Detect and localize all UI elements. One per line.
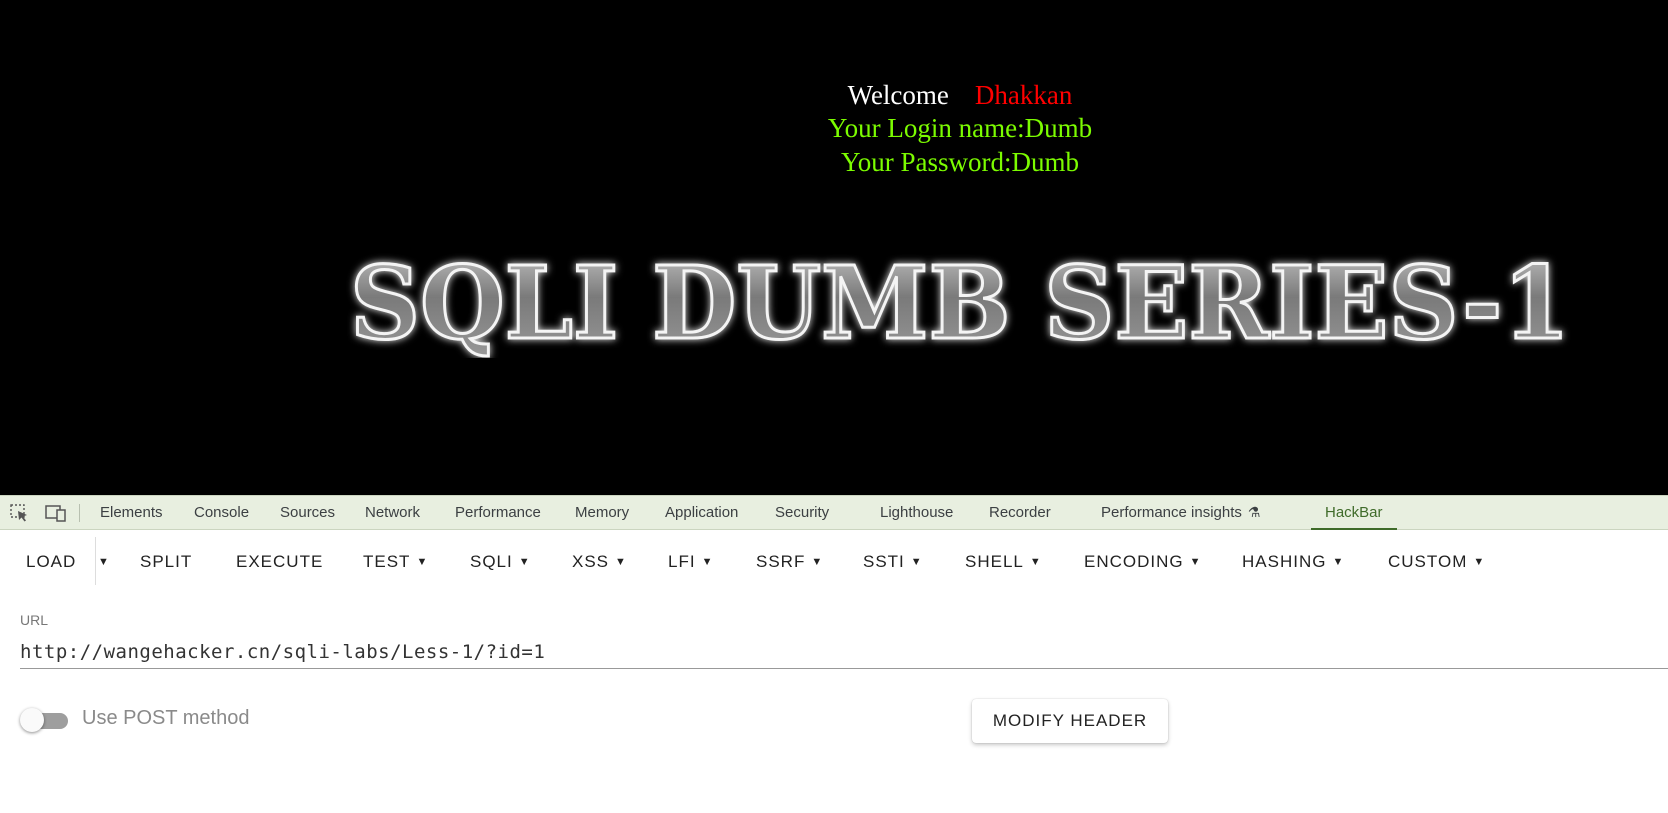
- execute-button[interactable]: EXECUTE: [236, 545, 323, 579]
- split-button[interactable]: SPLIT: [140, 545, 192, 579]
- lfi-menu-label: LFI: [668, 552, 696, 571]
- tab-performance-insights-label: Performance insights: [1101, 504, 1242, 521]
- caret-down-icon: ▼: [416, 556, 429, 568]
- shell-menu-label: SHELL: [965, 552, 1024, 571]
- toolbar-divider: [79, 504, 80, 522]
- ssrf-menu-label: SSRF: [756, 552, 806, 571]
- tab-application[interactable]: Application: [665, 496, 738, 530]
- welcome-text: Welcome: [847, 80, 949, 110]
- caret-down-icon: ▼: [811, 556, 824, 568]
- caret-down-icon: ▼: [1332, 556, 1345, 568]
- ssti-menu-label: SSTI: [863, 552, 905, 571]
- tab-recorder[interactable]: Recorder: [989, 496, 1051, 530]
- modify-header-button[interactable]: MODIFY HEADER: [972, 699, 1168, 743]
- sqli-menu-label: SQLI: [470, 552, 513, 571]
- caret-down-icon: ▼: [518, 556, 531, 568]
- tab-elements[interactable]: Elements: [100, 496, 163, 530]
- tab-hackbar[interactable]: HackBar: [1311, 496, 1397, 530]
- toggle-knob: [20, 708, 44, 732]
- shell-menu-button[interactable]: SHELL ▼: [965, 545, 1042, 579]
- lfi-menu-button[interactable]: LFI ▼: [668, 545, 713, 579]
- xss-menu-button[interactable]: XSS ▼: [572, 545, 627, 579]
- load-dropdown-caret-icon[interactable]: ▼: [98, 545, 109, 579]
- sqli-menu-button[interactable]: SQLI ▼: [470, 545, 531, 579]
- load-button[interactable]: LOAD: [26, 545, 76, 579]
- caret-down-icon: ▼: [1189, 556, 1202, 568]
- tab-performance-insights[interactable]: Performance insights ⚗: [1101, 496, 1260, 530]
- tab-lighthouse[interactable]: Lighthouse: [880, 496, 953, 530]
- ssti-menu-button[interactable]: SSTI ▼: [863, 545, 923, 579]
- devtools-tab-bar: Elements Console Sources Network Perform…: [0, 495, 1668, 530]
- post-method-toggle[interactable]: [20, 708, 68, 732]
- xss-menu-label: XSS: [572, 552, 610, 571]
- welcome-line: Welcome Dhakkan: [0, 78, 1668, 112]
- experiment-flask-icon: ⚗: [1247, 504, 1261, 520]
- encoding-menu-label: ENCODING: [1084, 552, 1184, 571]
- tab-network[interactable]: Network: [365, 496, 420, 530]
- page-viewport: Welcome Dhakkan Your Login name:Dumb Your…: [0, 0, 1668, 495]
- url-input[interactable]: [20, 635, 1668, 669]
- hashing-menu-label: HASHING: [1242, 552, 1327, 571]
- welcome-username: Dhakkan: [974, 80, 1073, 110]
- caret-down-icon: ▼: [701, 556, 714, 568]
- test-menu-button[interactable]: TEST ▼: [363, 545, 428, 579]
- device-toolbar-icon[interactable]: [45, 504, 66, 522]
- tab-security[interactable]: Security: [775, 496, 829, 530]
- encoding-menu-button[interactable]: ENCODING ▼: [1084, 545, 1202, 579]
- post-method-label: Use POST method: [82, 707, 250, 729]
- caret-down-icon: ▼: [615, 556, 627, 568]
- tab-performance[interactable]: Performance: [455, 496, 541, 530]
- test-menu-label: TEST: [363, 552, 411, 571]
- caret-down-icon: ▼: [1473, 556, 1486, 568]
- url-label: URL: [20, 612, 49, 628]
- caret-down-icon: ▼: [1029, 556, 1042, 568]
- password-text: Your Password:Dumb: [840, 147, 1080, 177]
- ssrf-menu-button[interactable]: SSRF ▼: [756, 545, 823, 579]
- sqli-banner-image: SQLI DUMB SERIES-1: [340, 248, 1580, 358]
- caret-down-icon: ▼: [910, 556, 923, 568]
- inspect-element-icon[interactable]: [10, 504, 30, 522]
- tab-sources[interactable]: Sources: [280, 496, 335, 530]
- login-name-text: Your Login name:Dumb: [827, 113, 1093, 143]
- tab-console[interactable]: Console: [194, 496, 249, 530]
- hashing-menu-button[interactable]: HASHING ▼: [1242, 545, 1344, 579]
- tab-memory[interactable]: Memory: [575, 496, 629, 530]
- hackbar-toolbar: LOAD ▼ SPLIT EXECUTE TEST ▼ SQLI ▼ XSS ▼ LF…: [0, 531, 1668, 591]
- load-divider: [95, 537, 96, 585]
- custom-menu-button[interactable]: CUSTOM ▼: [1388, 545, 1485, 579]
- banner-text: SQLI DUMB SERIES-1: [350, 248, 1570, 358]
- custom-menu-label: CUSTOM: [1388, 552, 1468, 571]
